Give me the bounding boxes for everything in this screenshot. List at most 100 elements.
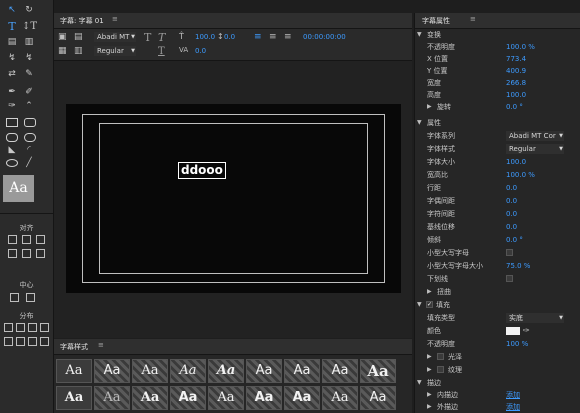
properties-section[interactable]: ▼ 属性 <box>415 117 580 129</box>
align-top-icon[interactable] <box>8 249 17 258</box>
center-horizontal-icon[interactable] <box>10 293 19 302</box>
style-tile[interactable]: Aa <box>360 359 396 383</box>
font-family-select[interactable]: Abadi MT Cor ▼ <box>506 131 564 141</box>
strokes-section[interactable]: ▼ 描边 <box>415 377 580 389</box>
style-tile[interactable]: Aa <box>94 359 130 383</box>
rounded-rect-tool-icon[interactable] <box>24 118 36 127</box>
align-center-icon[interactable] <box>22 235 31 244</box>
add-inner-stroke-link[interactable]: 添加 <box>506 389 520 401</box>
transform-section[interactable]: ▼ 变换 <box>415 29 580 41</box>
prop-value[interactable]: 100.0 <box>506 89 526 101</box>
style-tile[interactable]: Aa <box>94 386 130 410</box>
title-canvas[interactable]: ddooo <box>66 104 401 293</box>
delete-anchor-tool-icon[interactable]: ✐ <box>22 86 36 98</box>
align-right-text-icon[interactable]: ≡ <box>284 32 292 42</box>
path-type-tool-icon[interactable]: ↯ <box>5 52 19 64</box>
prop-value[interactable]: 0.0 <box>506 182 517 194</box>
texture-checkbox[interactable] <box>437 366 444 373</box>
rotate-tool-icon[interactable]: ↻ <box>22 4 36 16</box>
align-middle-icon[interactable] <box>22 249 31 258</box>
convert-anchor-tool-icon[interactable]: ⌃ <box>22 100 36 112</box>
prop-value[interactable]: 400.9 <box>506 65 526 77</box>
vertical-area-type-tool-icon[interactable]: ▥ <box>22 36 36 48</box>
fill-type-select[interactable]: 实底 ▼ <box>506 313 564 323</box>
prop-value[interactable]: 100 % <box>506 338 528 350</box>
align-bottom-icon[interactable] <box>36 249 45 258</box>
distribute-bottom-icon[interactable] <box>28 337 37 346</box>
fill-checkbox[interactable]: ✓ <box>426 301 433 308</box>
bold-icon[interactable]: T <box>144 31 151 44</box>
panel-menu-icon[interactable]: ≡ <box>112 15 118 23</box>
prop-value[interactable]: 100.0 % <box>506 169 535 181</box>
ellipse-tool-icon[interactable] <box>6 159 18 167</box>
add-anchor-point-icon[interactable]: ✑ <box>5 100 19 112</box>
wedge-tool-icon[interactable]: ◣ <box>5 144 19 156</box>
expand-triangle-icon[interactable]: ▶ <box>427 286 432 298</box>
roll-crawl-icon[interactable]: ▤ <box>74 32 83 42</box>
title-text-object[interactable]: ddooo <box>178 162 226 179</box>
font-family-dropdown[interactable]: Abadi MT ▼ <box>94 32 136 42</box>
style-tile[interactable]: Aa <box>360 386 396 410</box>
underline-icon[interactable]: T <box>158 46 165 57</box>
prop-value[interactable]: 75.0 % <box>506 260 530 272</box>
panel-menu-icon[interactable]: ≡ <box>98 341 104 349</box>
template-icon[interactable]: ▥ <box>74 46 83 56</box>
panel-menu-icon[interactable]: ≡ <box>470 15 476 23</box>
style-tile[interactable]: Aa <box>322 386 358 410</box>
center-vertical-icon[interactable] <box>26 293 35 302</box>
distribute-hcenter-icon[interactable] <box>16 323 25 332</box>
eyedropper-icon[interactable]: ✑ <box>523 325 530 337</box>
sheen-checkbox[interactable] <box>437 353 444 360</box>
expand-triangle-icon[interactable]: ▶ <box>427 364 432 376</box>
add-anchor-tool-icon[interactable]: ✎ <box>22 68 36 80</box>
font-size-value[interactable]: 100.0 <box>195 33 215 41</box>
swap-tool-icon[interactable]: ⇄ <box>5 68 19 80</box>
kerning-value[interactable]: 0.0 <box>195 47 206 55</box>
expand-triangle-icon[interactable]: ▶ <box>427 351 432 363</box>
align-left-icon[interactable] <box>8 235 17 244</box>
arc-tool-icon[interactable]: ◜ <box>22 144 36 156</box>
fill-section[interactable]: ▼ ✓ 填充 <box>415 299 580 311</box>
prop-value[interactable]: 0.0 <box>506 208 517 220</box>
pen-tool-icon[interactable]: ✒ <box>5 86 19 98</box>
prop-value[interactable]: 773.4 <box>506 53 526 65</box>
clipped-rect-tool-icon[interactable] <box>6 133 18 142</box>
expand-triangle-icon[interactable]: ▶ <box>427 101 432 113</box>
align-right-icon[interactable] <box>36 235 45 244</box>
style-tile[interactable]: Aa <box>284 386 320 410</box>
style-tile[interactable]: Aa <box>170 359 206 383</box>
style-tile[interactable]: Aa <box>132 359 168 383</box>
distribute-right-icon[interactable] <box>28 323 37 332</box>
prop-value[interactable]: 266.8 <box>506 77 526 89</box>
selection-tool-icon[interactable]: ↖ <box>5 4 19 16</box>
style-tile[interactable]: Aa <box>322 359 358 383</box>
style-tile[interactable]: Aa <box>284 359 320 383</box>
tab-stops-icon[interactable]: ▦ <box>58 46 67 56</box>
prop-value[interactable]: 0.0 ° <box>506 234 523 246</box>
underline-checkbox[interactable] <box>506 275 513 282</box>
prop-value[interactable]: 0.0 <box>506 195 517 207</box>
style-tile[interactable]: Aa <box>132 386 168 410</box>
line-tool-icon[interactable]: ╱ <box>22 157 36 169</box>
new-title-icon[interactable]: ▣ <box>58 32 67 42</box>
color-swatch[interactable] <box>506 327 520 335</box>
align-center-text-icon[interactable]: ≡ <box>269 32 277 42</box>
style-tile[interactable]: Aa <box>56 386 92 410</box>
small-caps-checkbox[interactable] <box>506 249 513 256</box>
font-style-select[interactable]: Regular ▼ <box>506 144 564 154</box>
font-style-dropdown[interactable]: Regular ▼ <box>94 46 136 56</box>
align-left-text-icon[interactable]: ≡ <box>254 32 262 42</box>
style-tile[interactable]: Aa <box>208 386 244 410</box>
vertical-path-type-tool-icon[interactable]: ↯ <box>22 52 36 64</box>
distribute-left-icon[interactable] <box>4 323 13 332</box>
timecode[interactable]: 00:00:00:00 <box>303 33 346 41</box>
italic-icon[interactable]: T <box>158 31 165 44</box>
vertical-type-tool-icon[interactable]: ↕T <box>22 21 37 33</box>
expand-triangle-icon[interactable]: ▶ <box>427 389 432 401</box>
prop-value[interactable]: 0.0 ° <box>506 101 523 113</box>
area-type-tool-icon[interactable]: ▤ <box>5 36 19 48</box>
leading-value[interactable]: 0.0 <box>224 33 235 41</box>
style-tile[interactable]: Aa <box>56 359 92 383</box>
prop-value[interactable]: 100.0 <box>506 156 526 168</box>
prop-value[interactable]: 0.0 <box>506 221 517 233</box>
